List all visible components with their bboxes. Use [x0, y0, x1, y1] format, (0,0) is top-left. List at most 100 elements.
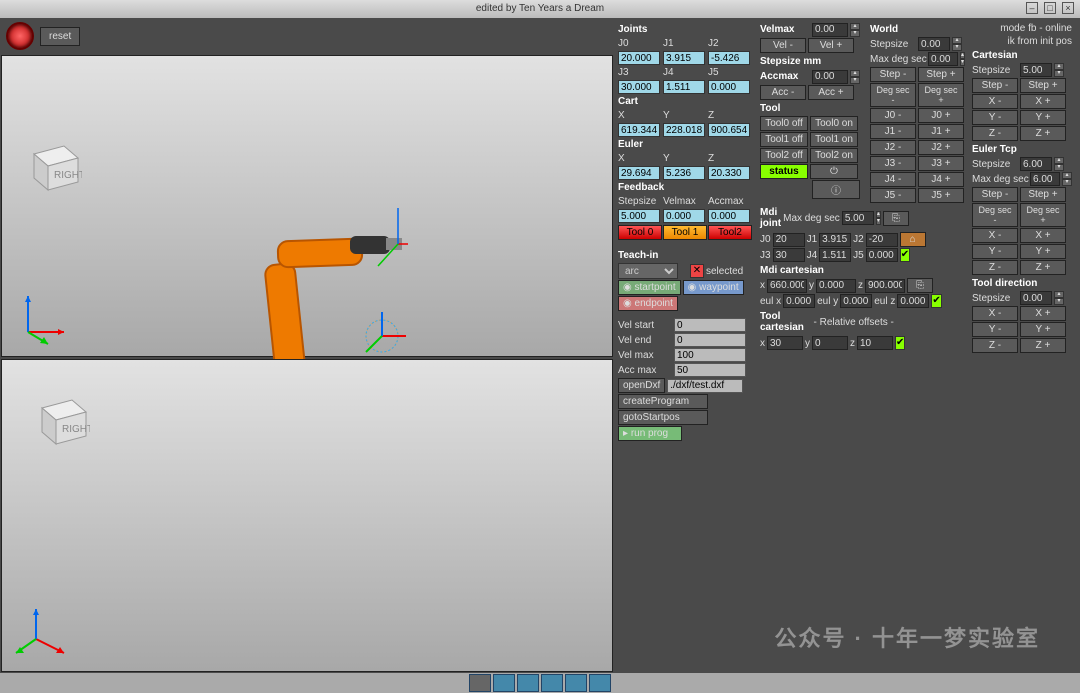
run-prog-btn[interactable]: ▸ run prog [618, 426, 682, 441]
tooldir-stepsize-field[interactable] [1020, 291, 1052, 305]
y-plus-btn[interactable]: Y + [1020, 110, 1066, 125]
taskbar-item-2[interactable] [493, 674, 515, 692]
tool2-off-btn[interactable]: Tool2 off [760, 148, 808, 163]
open-dxf-btn[interactable]: openDxf [618, 378, 665, 393]
vel-start-field[interactable] [674, 318, 746, 332]
mdi-j4-field[interactable] [819, 248, 851, 262]
mdi-x-field[interactable] [767, 279, 807, 293]
taskbar-item-1[interactable] [469, 674, 491, 692]
euler-y-minus[interactable]: Y - [972, 244, 1018, 259]
euler-degsec-minus[interactable]: Deg sec - [972, 203, 1018, 227]
accmax-spin[interactable]: ▴▾ [850, 70, 860, 84]
x-plus-btn[interactable]: X + [1020, 94, 1066, 109]
maximize-btn[interactable]: □ [1044, 2, 1056, 14]
cart-x-field[interactable] [618, 123, 660, 137]
j5-plus-btn[interactable]: J5 + [918, 188, 964, 203]
euler-z-plus[interactable]: Z + [1020, 260, 1066, 275]
tool2-on-btn[interactable]: Tool2 on [810, 148, 858, 163]
cart-stepsize-field[interactable] [1020, 63, 1052, 77]
euler-y-field[interactable] [663, 166, 705, 180]
accmax-field[interactable] [812, 70, 848, 84]
j1-field[interactable] [663, 51, 705, 65]
create-program-btn[interactable]: createProgram [618, 394, 708, 409]
tool0-off-btn[interactable]: Tool0 off [760, 116, 808, 131]
mdi-j0-field[interactable] [773, 233, 805, 247]
tool0-on-btn[interactable]: Tool0 on [810, 116, 858, 131]
close-btn[interactable]: × [1062, 2, 1074, 14]
tooldir-y-plus[interactable]: Y + [1020, 322, 1066, 337]
tooldir-x-minus[interactable]: X - [972, 306, 1018, 321]
status-btn[interactable]: status [760, 164, 808, 179]
euler-y-plus[interactable]: Y + [1020, 244, 1066, 259]
mdi-eulx-field[interactable] [783, 294, 815, 308]
euler-degsec-plus[interactable]: Deg sec + [1020, 203, 1066, 227]
y-minus-btn[interactable]: Y - [972, 110, 1018, 125]
world-stepsize-field[interactable] [918, 37, 950, 51]
j0-field[interactable] [618, 51, 660, 65]
mdi-j3-field[interactable] [773, 248, 805, 262]
euler-stepsize-spin[interactable]: ▴▾ [1054, 157, 1064, 171]
tooldir-x-plus[interactable]: X + [1020, 306, 1066, 321]
reset-button[interactable]: reset [40, 27, 80, 46]
vel-end-field[interactable] [674, 333, 746, 347]
tool-x-field[interactable] [767, 336, 803, 350]
vel-minus-btn[interactable]: Vel - [760, 38, 806, 53]
j0-minus-btn[interactable]: J0 - [870, 108, 916, 123]
taskbar-item-6[interactable] [589, 674, 611, 692]
fb-vel-field[interactable] [663, 209, 705, 223]
teach-mode-select[interactable]: arc [618, 263, 678, 279]
euler-x-field[interactable] [618, 166, 660, 180]
z-plus-btn[interactable]: Z + [1020, 126, 1066, 141]
cart-z-field[interactable] [708, 123, 750, 137]
emergency-stop[interactable] [6, 22, 34, 50]
waypoint-btn[interactable]: ◉ waypoint [683, 280, 744, 295]
tool0-tab[interactable]: Tool 0 [618, 225, 662, 240]
acc-max-field[interactable] [674, 363, 746, 377]
taskbar-item-5[interactable] [565, 674, 587, 692]
nav-cube-bottom[interactable]: RIGHT [30, 390, 90, 450]
j4-field[interactable] [663, 80, 705, 94]
velmax-spin[interactable]: ▴▾ [850, 23, 860, 37]
power-btn[interactable]: ⏻ [810, 164, 858, 179]
tool1-off-btn[interactable]: Tool1 off [760, 132, 808, 147]
euler-x-minus[interactable]: X - [972, 228, 1018, 243]
startpoint-btn[interactable]: ◉ startpoint [618, 280, 681, 295]
j3-plus-btn[interactable]: J3 + [918, 156, 964, 171]
tooldir-stepsize-spin[interactable]: ▴▾ [1054, 291, 1064, 305]
j2-plus-btn[interactable]: J2 + [918, 140, 964, 155]
world-degsec-plus[interactable]: Deg sec + [918, 83, 964, 107]
euler-stepsize-field[interactable] [1020, 157, 1052, 171]
vel-max-field[interactable] [674, 348, 746, 362]
fb-step-field[interactable] [618, 209, 660, 223]
mdi-y-field[interactable] [816, 279, 856, 293]
mdi-j1-field[interactable] [819, 233, 851, 247]
taskbar-item-3[interactable] [517, 674, 539, 692]
world-maxdeg-field[interactable] [928, 52, 958, 66]
j1-plus-btn[interactable]: J1 + [918, 124, 964, 139]
world-step-minus[interactable]: Step - [870, 67, 916, 82]
world-degsec-minus[interactable]: Deg sec - [870, 83, 916, 107]
euler-maxdeg-field[interactable] [1030, 172, 1060, 186]
viewport-bottom[interactable]: RIGHT [1, 359, 613, 672]
j2-minus-btn[interactable]: J2 - [870, 140, 916, 155]
tooldir-z-minus[interactable]: Z - [972, 338, 1018, 353]
tool2-tab[interactable]: Tool2 [708, 225, 752, 240]
world-step-plus[interactable]: Step + [918, 67, 964, 82]
euler-z-minus[interactable]: Z - [972, 260, 1018, 275]
cart-step-minus[interactable]: Step - [972, 78, 1018, 93]
velmax-field[interactable] [812, 23, 848, 37]
cart-y-field[interactable] [663, 123, 705, 137]
acc-minus-btn[interactable]: Acc - [760, 85, 806, 100]
taskbar-item-4[interactable] [541, 674, 563, 692]
j2-field[interactable] [708, 51, 750, 65]
world-stepsize-spin[interactable]: ▴▾ [952, 37, 962, 51]
tooldir-y-minus[interactable]: Y - [972, 322, 1018, 337]
fb-acc-field[interactable] [708, 209, 750, 223]
j5-field[interactable] [708, 80, 750, 94]
nav-cube-top[interactable]: RIGHT [22, 136, 82, 196]
euler-step-minus[interactable]: Step - [972, 187, 1018, 202]
cart-step-plus[interactable]: Step + [1020, 78, 1066, 93]
vel-plus-btn[interactable]: Vel + [808, 38, 854, 53]
tool-y-field[interactable] [812, 336, 848, 350]
tool1-on-btn[interactable]: Tool1 on [810, 132, 858, 147]
